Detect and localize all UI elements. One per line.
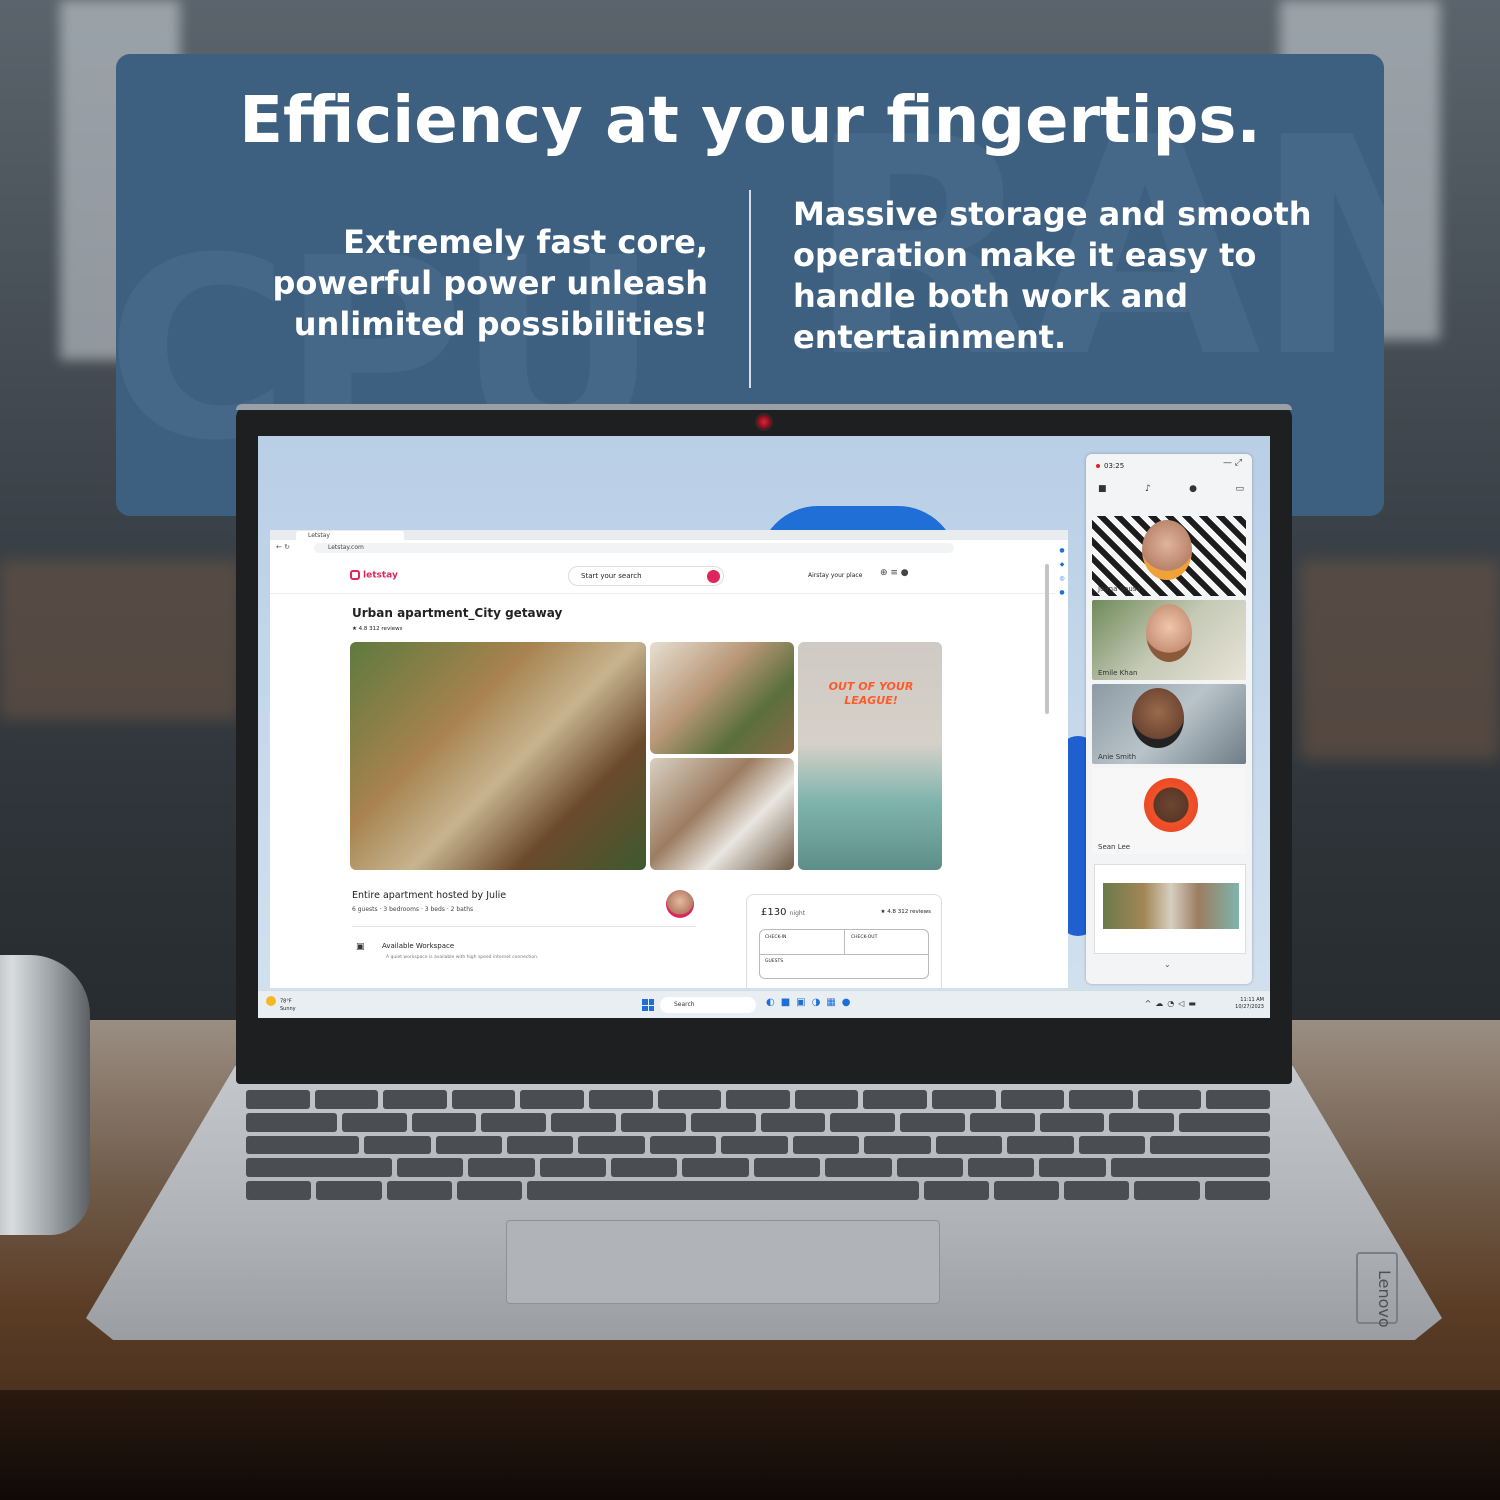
listing-photo[interactable] — [650, 642, 794, 754]
call-timer-text: 03:25 — [1104, 462, 1125, 470]
site-search-input[interactable]: Start your search — [568, 566, 724, 586]
divider — [352, 926, 696, 927]
participants-icon[interactable]: ● — [1189, 484, 1197, 494]
letstay-logo-icon — [350, 570, 360, 580]
amenity-title: Available Workspace — [382, 942, 455, 950]
host-title: Entire apartment hosted by Julie — [352, 890, 507, 901]
listing-photo-main[interactable] — [350, 642, 646, 870]
sun-icon — [266, 996, 276, 1006]
price-value: £130 — [761, 907, 787, 918]
call-timer: 03:25 — [1096, 462, 1124, 470]
site-logo-text: letstay — [363, 570, 398, 581]
browser-tab-bar: Letstay — [270, 530, 1068, 540]
listing-rating[interactable]: ★ 4.8 312 reviews — [352, 626, 402, 632]
weather-temp: 78°F — [280, 998, 292, 1005]
host-details: 6 guests · 3 bedrooms · 3 beds · 2 baths — [352, 906, 474, 913]
browser-tab[interactable]: Letstay — [296, 531, 404, 540]
taskbar-clock[interactable]: 11:11 AM 10/27/2023 — [1235, 997, 1264, 1011]
webcam-icon — [755, 413, 773, 431]
scrollbar[interactable] — [1045, 564, 1049, 714]
date-picker[interactable]: CHECK-IN CHECK-OUT GUESTS — [759, 929, 929, 979]
participant-avatar — [1144, 778, 1198, 832]
participant-tile[interactable]: Emile Khan — [1092, 600, 1246, 680]
browser-window: Letstay ← ↻ Letstay.com letstay Start yo… — [270, 530, 1068, 994]
booking-card: £130 night ★ 4.8 312 reviews CHECK-IN CH… — [746, 894, 942, 994]
banner-headline: Efficiency at your fingertips. — [239, 84, 1261, 158]
keyboard-row — [246, 1090, 1270, 1109]
keyboard-row — [246, 1135, 1270, 1155]
neon-sign-text: OUT OF YOUR LEAGUE! — [828, 680, 914, 707]
host-avatar[interactable] — [666, 890, 694, 918]
participant-tile[interactable]: Sean Lee — [1092, 768, 1246, 854]
nav-arrows-icon[interactable]: ← ↻ — [276, 543, 290, 551]
address-bar[interactable]: Letstay.com — [314, 543, 954, 553]
expand-icon[interactable]: — ⤢ — [1223, 458, 1242, 468]
taskbar-app-icons[interactable]: ◐■▣◑▦● — [766, 997, 857, 1008]
shared-screen-preview — [1103, 883, 1239, 929]
taskbar-search[interactable]: Search — [660, 997, 756, 1013]
checkout-field[interactable]: CHECK-OUT — [846, 930, 882, 954]
host-your-place-link[interactable]: Airstay your place — [808, 572, 862, 579]
background-shelf — [0, 560, 240, 720]
guests-field[interactable]: GUESTS — [765, 959, 783, 964]
divider — [844, 930, 845, 954]
clock-time: 11:11 AM — [1240, 997, 1264, 1003]
participant-video — [1146, 604, 1192, 662]
checkin-field[interactable]: CHECK-IN — [760, 930, 791, 954]
windows-start-icon[interactable] — [642, 999, 654, 1011]
video-call-panel: 03:25 — ⤢ ■ ♪ ● ▭ Joana Sousa Emile Khan… — [1086, 454, 1252, 984]
price-label: £130 night — [761, 907, 805, 918]
site-search-placeholder: Start your search — [581, 572, 642, 580]
keyboard-row — [246, 1158, 1270, 1178]
workspace-icon: ▣ — [356, 942, 365, 952]
participant-tile[interactable]: Anie Smith — [1092, 684, 1246, 764]
table-edge — [0, 1390, 1500, 1500]
participant-video — [1142, 520, 1192, 580]
steel-mug — [0, 955, 90, 1235]
keyboard-row — [246, 1112, 1270, 1132]
booking-rating[interactable]: ★ 4.8 312 reviews — [881, 909, 931, 915]
browser-sidebar-icons[interactable]: ● ◆ ◎ ● — [1056, 544, 1068, 600]
recording-dot-icon — [1096, 464, 1100, 468]
listing-photo[interactable] — [798, 642, 942, 870]
system-tray-icons[interactable]: ^☁◔◁▬ — [1145, 999, 1200, 1008]
weather-condition: Sunny — [280, 1006, 296, 1012]
participant-name: Anie Smith — [1098, 753, 1137, 761]
lid-edge — [236, 404, 1292, 410]
price-unit: night — [789, 910, 806, 917]
listing-photo[interactable] — [650, 758, 794, 870]
amenity-description: A quiet workspace is available with high… — [386, 955, 539, 960]
call-controls: ■ ♪ ● ▭ — [1098, 484, 1244, 494]
feature-storage-text: Massive storage and smooth operation mak… — [793, 195, 1312, 356]
site-logo[interactable]: letstay — [350, 570, 398, 581]
search-button-icon[interactable] — [707, 570, 720, 583]
participant-name: Sean Lee — [1098, 843, 1131, 851]
background-shelf — [1300, 560, 1500, 760]
keyboard-row — [246, 1181, 1270, 1200]
keyboard — [236, 1086, 1280, 1204]
feature-cpu-text: Extremely fast core, powerful power unle… — [272, 223, 708, 343]
camera-icon[interactable]: ■ — [1098, 484, 1107, 494]
banner-divider — [749, 190, 751, 388]
participant-name: Emile Khan — [1098, 669, 1138, 677]
laptop-lid: Letstay ← ↻ Letstay.com letstay Start yo… — [236, 404, 1292, 1084]
taskbar: 78°F Sunny Search ◐■▣◑▦● ^☁◔◁▬ 11:11 AM … — [258, 990, 1270, 1018]
share-screen-icon[interactable]: ▭ — [1235, 484, 1244, 494]
participant-tile[interactable]: Joana Sousa — [1092, 516, 1246, 596]
listing-title: Urban apartment_City getaway — [352, 606, 563, 620]
laptop-screen: Letstay ← ↻ Letstay.com letstay Start yo… — [258, 436, 1270, 1018]
taskbar-search-label: Search — [674, 1001, 695, 1008]
touchpad — [506, 1220, 940, 1304]
shared-screen-thumbnail[interactable] — [1094, 864, 1246, 954]
clock-date: 10/27/2023 — [1235, 1004, 1264, 1010]
weather-widget[interactable]: 78°F Sunny — [266, 996, 296, 1013]
header-user-icons[interactable]: ⊕ ≡ ● — [880, 568, 909, 578]
chevron-down-icon[interactable]: ⌄ — [1164, 960, 1171, 969]
microphone-icon[interactable]: ♪ — [1145, 484, 1151, 494]
participant-name: Joana Sousa — [1098, 585, 1141, 593]
participant-video — [1132, 688, 1184, 748]
divider — [760, 954, 928, 955]
site-header: letstay Start your search Airstay your p… — [270, 558, 1056, 594]
lenovo-logo: Lenovo — [1375, 1270, 1394, 1328]
